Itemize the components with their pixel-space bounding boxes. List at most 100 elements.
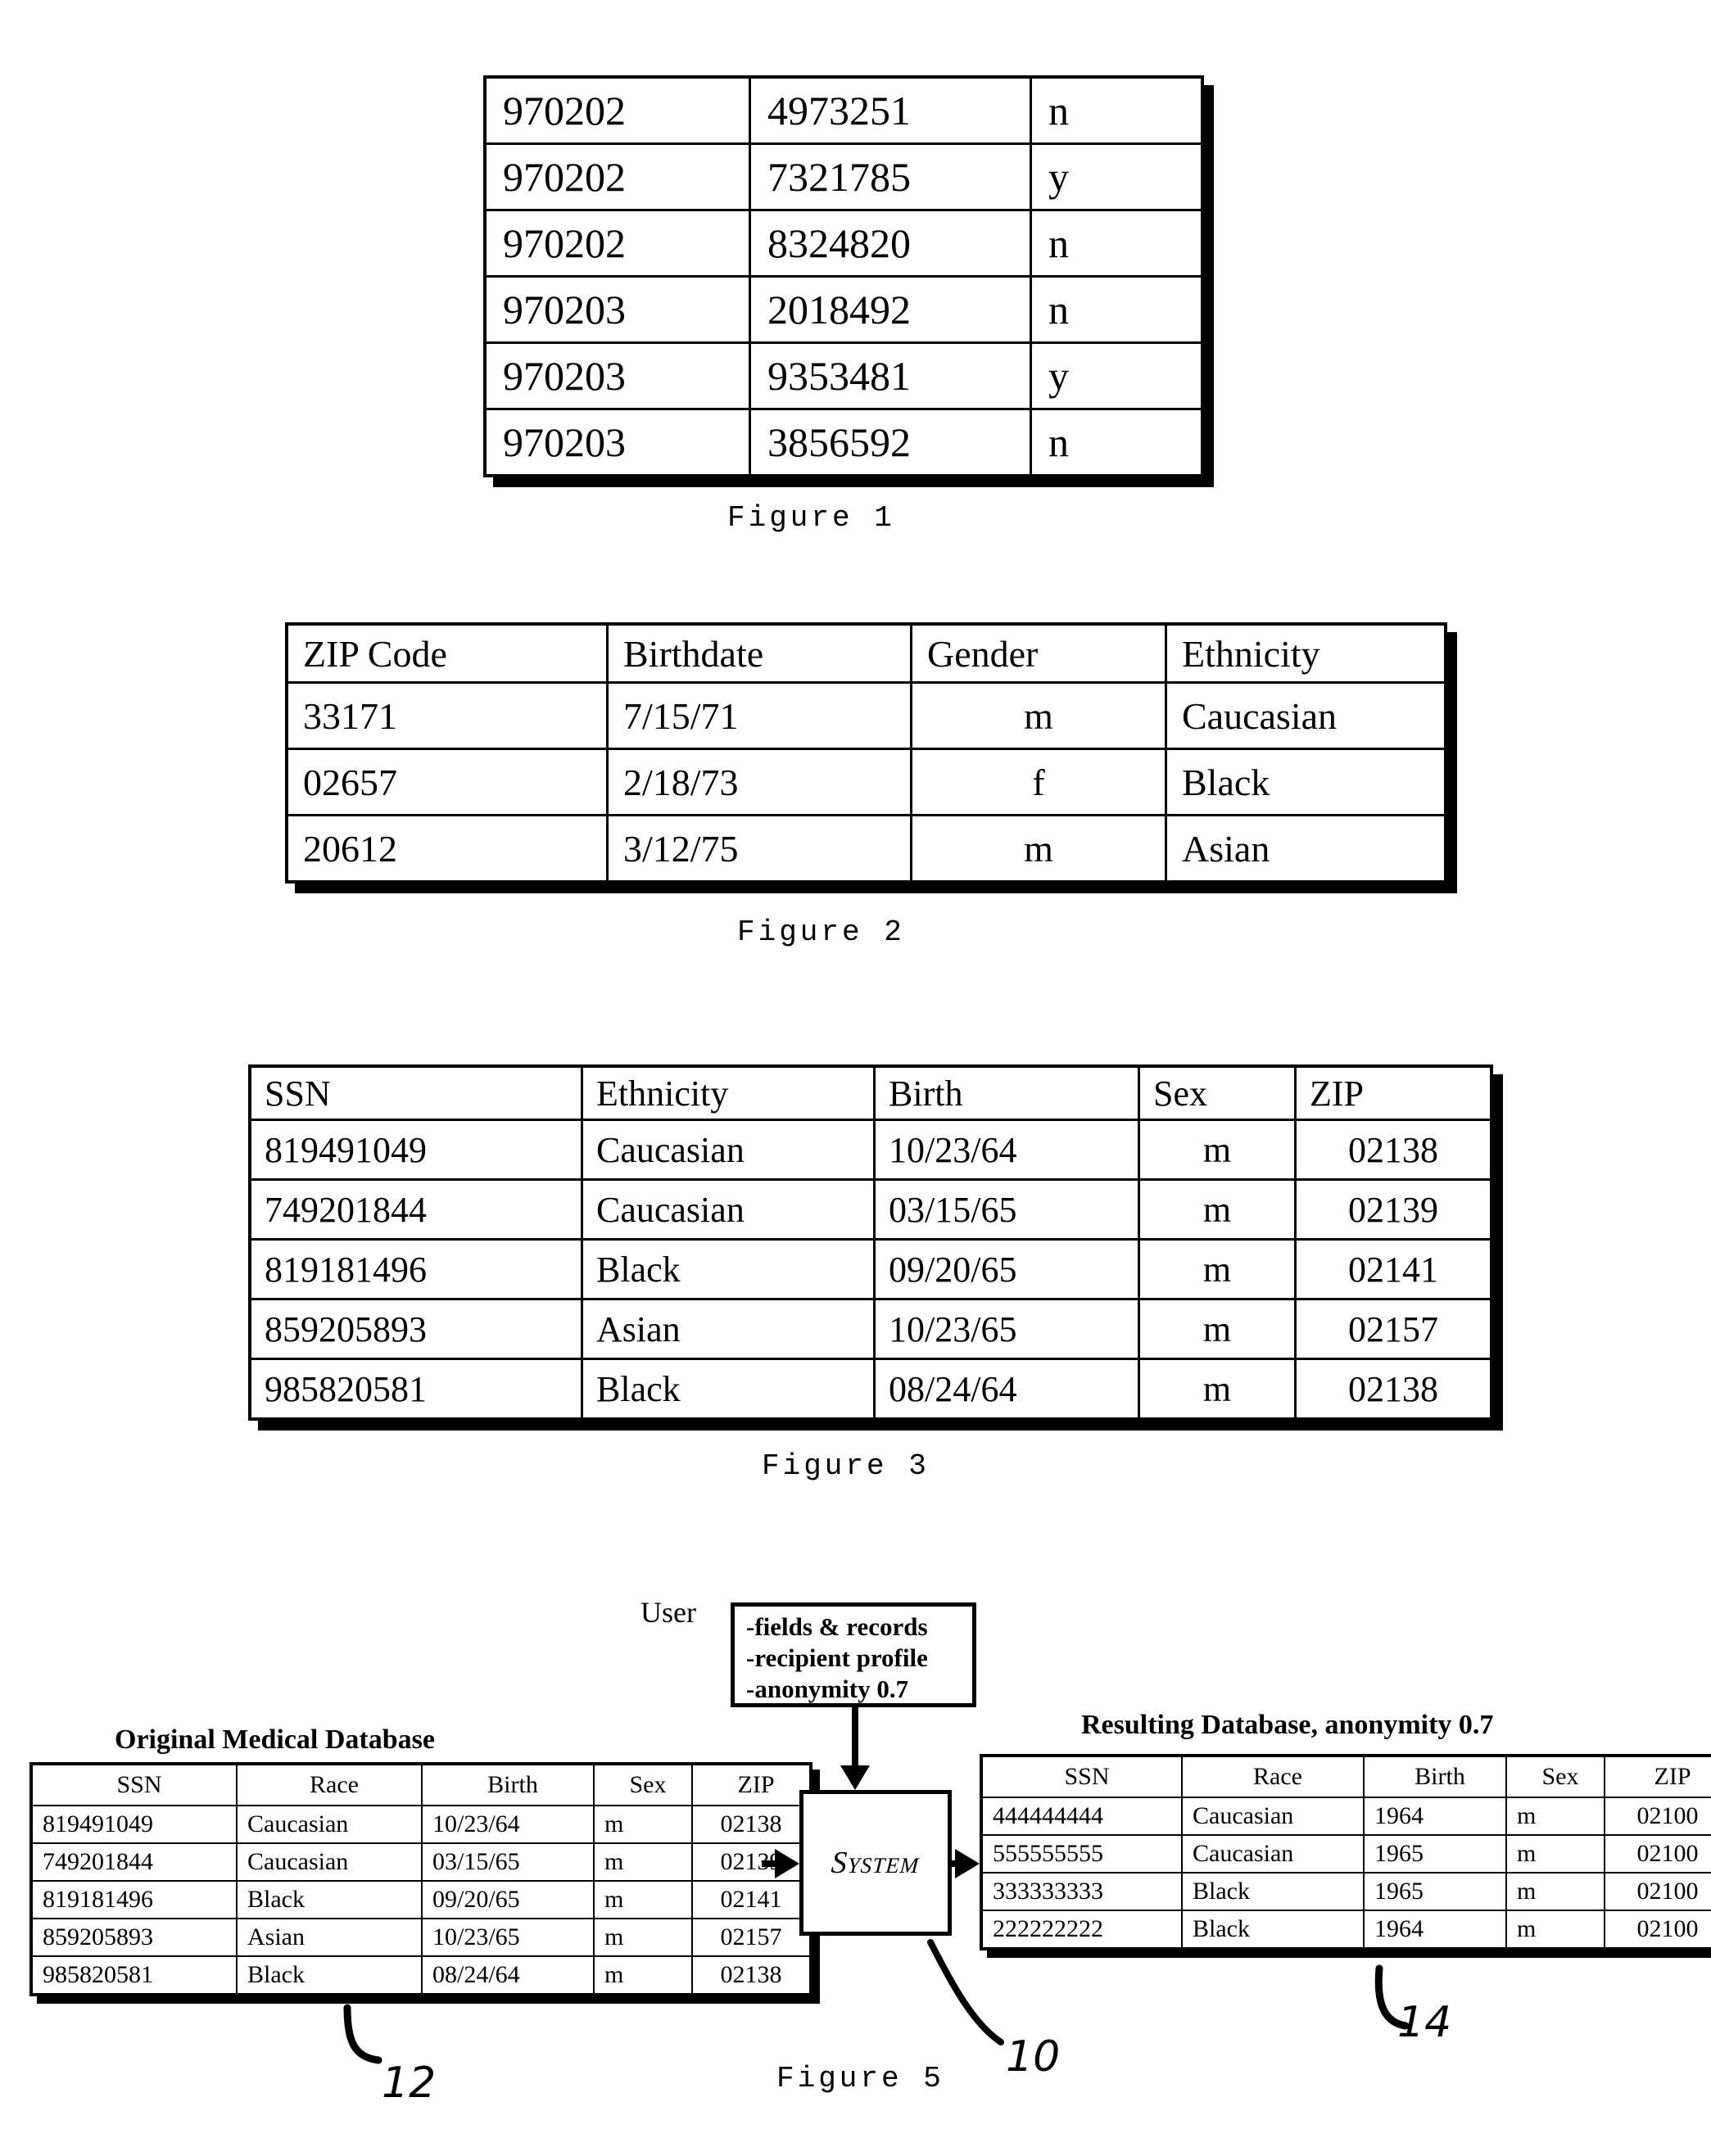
- cell-zip: 02138: [1294, 1119, 1493, 1181]
- leader-line-10: [927, 1939, 1004, 2045]
- cell-ssn: 985820581: [248, 1358, 583, 1421]
- cell-zip: 02141: [1294, 1238, 1493, 1300]
- original-db-head: SSN Race Birth Sex ZIP: [30, 1763, 812, 1806]
- arrow-system-to-resulting-db: [952, 1849, 980, 1878]
- cell-birth: 09/20/65: [421, 1880, 595, 1919]
- cell-birth: 03/15/65: [421, 1842, 595, 1882]
- table-row: 444444444 Caucasian 1964 m 02100: [980, 1797, 1711, 1836]
- cell-birth: 10/23/65: [873, 1298, 1140, 1360]
- table-row: 970202 8324820 n: [483, 209, 1204, 278]
- table-row: 970202 7321785 y: [483, 142, 1204, 211]
- figure-5-caption: Figure 5: [776, 2062, 944, 2095]
- user-input-line-recipient: -recipient profile: [746, 1643, 928, 1672]
- resulting-db-head: SSN Race Birth Sex ZIP: [980, 1755, 1711, 1798]
- cell-zip: 02139: [691, 1842, 812, 1882]
- cell-zip: 02100: [1604, 1872, 1711, 1911]
- cell-ethnicity: Black: [581, 1238, 876, 1300]
- figure-3-body: 819491049 Caucasian 10/23/64 m 02138 749…: [248, 1119, 1493, 1421]
- cell-sex: m: [593, 1880, 693, 1919]
- header-birth: Birth: [873, 1064, 1140, 1121]
- cell-zip: 02657: [285, 748, 609, 816]
- resulting-db-body: 444444444 Caucasian 1964 m 02100 5555555…: [980, 1797, 1711, 1950]
- cell-gender: m: [910, 814, 1167, 884]
- cell-birthdate: 7/15/71: [606, 681, 912, 750]
- cell-number: 4973251: [749, 75, 1032, 145]
- table-row: 970203 3856592 n: [483, 408, 1204, 477]
- figure-3-caption: Figure 3: [762, 1449, 930, 1483]
- header-birth: Birth: [1363, 1755, 1507, 1798]
- table-header-row: SSN Race Birth Sex ZIP: [30, 1763, 812, 1806]
- original-medical-database-table: SSN Race Birth Sex ZIP 819491049 Caucasi…: [29, 1762, 812, 1996]
- cell-sex: m: [1138, 1358, 1297, 1421]
- original-db-body: 819491049 Caucasian 10/23/64 m 02138 749…: [30, 1805, 812, 1996]
- cell-zip: 970202: [483, 75, 751, 145]
- table-row: 20612 3/12/75 m Asian: [285, 814, 1447, 884]
- table-row: 819491049 Caucasian 10/23/64 m 02138: [248, 1119, 1493, 1181]
- cell-number: 2018492: [749, 275, 1032, 344]
- table-row: 819181496 Black 09/20/65 m 02141: [248, 1238, 1493, 1300]
- figure-2-caption: Figure 2: [737, 915, 905, 949]
- cell-birth: 10/23/64: [873, 1119, 1140, 1181]
- header-ethnicity: Ethnicity: [581, 1064, 876, 1121]
- header-gender: Gender: [910, 622, 1167, 684]
- cell-birth: 1965: [1363, 1834, 1507, 1874]
- cell-ssn: 555555555: [980, 1834, 1183, 1874]
- cell-ssn: 749201844: [30, 1842, 238, 1882]
- user-input-line-anonymity: -anonymity 0.7: [746, 1675, 909, 1703]
- table-row: 970203 9353481 y: [483, 341, 1204, 410]
- table-row: 985820581 Black 08/24/64 m 02138: [248, 1358, 1493, 1421]
- cell-ssn: 985820581: [30, 1955, 238, 1996]
- cell-zip: 02100: [1604, 1797, 1711, 1836]
- cell-zip: 02141: [691, 1880, 812, 1919]
- arrow-user-to-system: [840, 1707, 870, 1790]
- table-row: 749201844 Caucasian 03/15/65 m 02139: [248, 1178, 1493, 1241]
- cell-zip: 970202: [483, 142, 751, 211]
- cell-number: 9353481: [749, 341, 1032, 410]
- header-ssn: SSN: [248, 1064, 583, 1121]
- cell-ssn: 333333333: [980, 1872, 1183, 1911]
- header-zip-code: ZIP Code: [285, 622, 609, 684]
- cell-race: Caucasian: [236, 1805, 423, 1844]
- figure-3-head: SSN Ethnicity Birth Sex ZIP: [248, 1064, 1493, 1121]
- header-birthdate: Birthdate: [606, 622, 912, 684]
- cell-birthdate: 2/18/73: [606, 748, 912, 816]
- header-zip: ZIP: [1294, 1064, 1493, 1121]
- cell-sex: m: [1138, 1238, 1297, 1300]
- figure-2-table: ZIP Code Birthdate Gender Ethnicity 3317…: [285, 622, 1447, 884]
- cell-sex: m: [593, 1955, 693, 1996]
- cell-ssn: 819181496: [248, 1238, 583, 1300]
- cell-ethnicity: Caucasian: [581, 1119, 876, 1181]
- cell-birth: 1965: [1363, 1872, 1507, 1911]
- cell-number: 8324820: [749, 209, 1032, 278]
- cell-race: Caucasian: [1181, 1834, 1365, 1874]
- cell-flag: y: [1030, 341, 1204, 410]
- cell-ssn: 859205893: [248, 1298, 583, 1360]
- cell-zip: 02139: [1294, 1178, 1493, 1241]
- cell-zip: 970203: [483, 341, 751, 410]
- figure-1-table: 970202 4973251 n 970202 7321785 y 970202…: [483, 75, 1204, 477]
- cell-flag: y: [1030, 142, 1204, 211]
- cell-birth: 1964: [1363, 1797, 1507, 1836]
- cell-birth: 03/15/65: [873, 1178, 1140, 1241]
- cell-sex: m: [1505, 1910, 1605, 1950]
- table-row: 970202 4973251 n: [483, 75, 1204, 145]
- cell-flag: n: [1030, 408, 1204, 477]
- cell-sex: m: [1138, 1119, 1297, 1181]
- header-sex: Sex: [1505, 1755, 1605, 1798]
- cell-race: Asian: [236, 1918, 423, 1957]
- cell-birth: 09/20/65: [873, 1238, 1140, 1300]
- leader-line-12: [343, 2004, 382, 2064]
- cell-birth: 10/23/64: [421, 1805, 595, 1844]
- cell-zip: 20612: [285, 814, 609, 884]
- cell-sex: m: [1138, 1178, 1297, 1241]
- cell-zip: 970202: [483, 209, 751, 278]
- cell-flag: n: [1030, 275, 1204, 344]
- cell-number: 7321785: [749, 142, 1032, 211]
- user-input-line-fields: -fields & records: [746, 1612, 928, 1641]
- cell-ethnicity: Caucasian: [1165, 681, 1447, 750]
- cell-gender: m: [910, 681, 1167, 750]
- resulting-database-table: SSN Race Birth Sex ZIP 444444444 Caucasi…: [980, 1754, 1711, 1950]
- table-header-row: SSN Race Birth Sex ZIP: [980, 1755, 1711, 1798]
- cell-zip: 970203: [483, 275, 751, 344]
- cell-ethnicity: Asian: [581, 1298, 876, 1360]
